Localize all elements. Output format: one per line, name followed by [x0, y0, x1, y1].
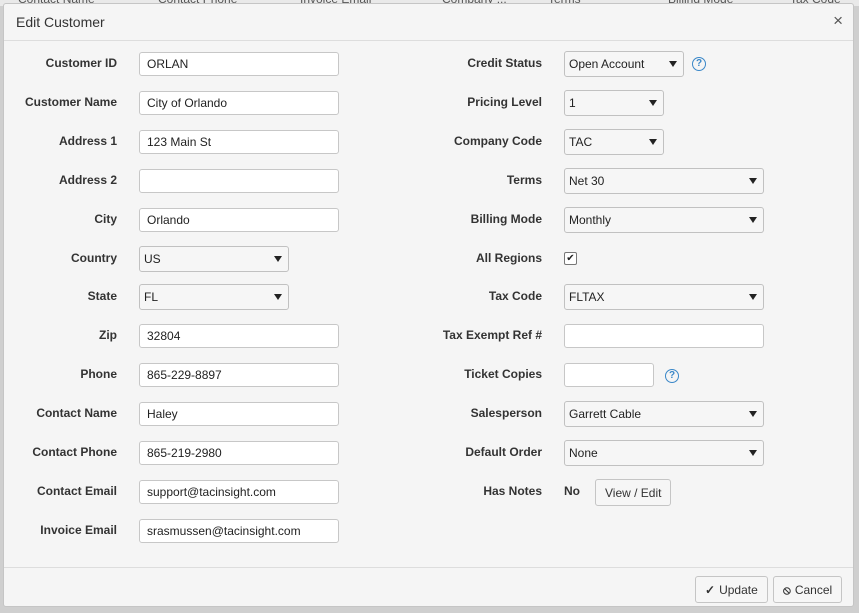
contact-name-input[interactable]: Haley [139, 402, 339, 426]
edit-customer-dialog: Edit Customer × Customer ID ORLAN Customer… [3, 3, 854, 607]
address-2-label: Address 2 [58, 173, 117, 187]
contact-name-label: Contact Name [36, 406, 117, 420]
credit-status-selected-value: Open Account [569, 57, 645, 71]
invoice-email-input[interactable]: srasmussen@tacinsight.com [139, 519, 339, 543]
tax-code-select[interactable]: FLTAX [564, 284, 764, 310]
cancel-circle-icon: ⦸ [783, 583, 791, 597]
salesperson-label: Salesperson [470, 406, 542, 420]
cancel-button[interactable]: ⦸ Cancel [773, 576, 843, 603]
pricing-level-label: Pricing Level [467, 95, 542, 109]
customer-id-label: Customer ID [45, 56, 117, 70]
contact-phone-input[interactable]: 865-219-2980 [139, 441, 339, 465]
dialog-title: Edit Customer [16, 14, 105, 30]
zip-label: Zip [99, 328, 117, 342]
has-notes-label: Has Notes [483, 484, 542, 498]
default-order-select[interactable]: None [564, 440, 764, 466]
phone-input[interactable]: 865-229-8897 [139, 363, 339, 387]
ticket-copies-input[interactable] [564, 363, 654, 387]
country-selected-value: US [144, 252, 161, 266]
terms-selected-value: Net 30 [569, 174, 605, 188]
terms-label: Terms [506, 173, 542, 187]
close-icon[interactable]: × [833, 11, 843, 31]
salesperson-selected-value: Garrett Cable [569, 407, 642, 421]
pricing-level-select[interactable]: 1 [564, 90, 664, 116]
tax-code-label: Tax Code [488, 289, 542, 303]
view-edit-notes-button[interactable]: View / Edit [595, 479, 672, 506]
dialog-titlebar: Edit Customer × [4, 4, 853, 41]
check-icon: ✓ [705, 583, 716, 597]
help-icon[interactable]: ? [692, 57, 706, 71]
tax-code-selected-value: FLTAX [569, 290, 605, 304]
ticket-copies-label: Ticket Copies [464, 367, 542, 381]
city-label: City [94, 212, 117, 226]
zip-input[interactable]: 32804 [139, 324, 339, 348]
default-order-selected-value: None [569, 446, 598, 460]
all-regions-checkbox[interactable]: ✔ [564, 252, 577, 265]
help-icon[interactable]: ? [665, 369, 679, 383]
address-1-input[interactable]: 123 Main St [139, 130, 339, 154]
billing-mode-label: Billing Mode [470, 212, 542, 226]
address-1-label: Address 1 [58, 134, 117, 148]
billing-mode-selected-value: Monthly [569, 213, 612, 227]
chevron-down-icon [749, 217, 757, 223]
chevron-down-icon [749, 294, 757, 300]
update-label: Update [719, 583, 758, 597]
chevron-down-icon [669, 61, 677, 67]
country-select[interactable]: US [139, 246, 289, 272]
credit-status-label: Credit Status [467, 56, 542, 70]
tax-exempt-ref-label: Tax Exempt Ref # [442, 328, 542, 342]
company-code-label: Company Code [453, 134, 542, 148]
salesperson-select[interactable]: Garrett Cable [564, 401, 764, 427]
customer-id-input[interactable]: ORLAN [139, 52, 339, 76]
contact-email-label: Contact Email [36, 484, 117, 498]
tax-exempt-ref-input[interactable] [564, 324, 764, 348]
customer-name-label: Customer Name [24, 95, 117, 109]
billing-mode-select[interactable]: Monthly [564, 207, 764, 233]
company-code-selected-value: TAC [569, 135, 593, 149]
chevron-down-icon [749, 178, 757, 184]
all-regions-label: All Regions [475, 251, 542, 265]
chevron-down-icon [649, 100, 657, 106]
contact-phone-label: Contact Phone [32, 445, 117, 459]
terms-select[interactable]: Net 30 [564, 168, 764, 194]
chevron-down-icon [749, 450, 757, 456]
chevron-down-icon [274, 294, 282, 300]
update-button[interactable]: ✓ Update [695, 576, 768, 603]
state-label: State [87, 289, 117, 303]
dialog-footer: ✓ Update ⦸ Cancel [4, 567, 853, 608]
city-input[interactable]: Orlando [139, 208, 339, 232]
chevron-down-icon [649, 139, 657, 145]
country-label: Country [71, 251, 117, 265]
pricing-level-selected-value: 1 [569, 96, 576, 110]
invoice-email-label: Invoice Email [40, 523, 117, 537]
chevron-down-icon [274, 256, 282, 262]
has-notes-value: No [564, 484, 580, 498]
company-code-select[interactable]: TAC [564, 129, 664, 155]
state-selected-value: FL [144, 290, 159, 304]
phone-label: Phone [80, 367, 117, 381]
customer-name-input[interactable]: City of Orlando [139, 91, 339, 115]
chevron-down-icon [749, 411, 757, 417]
default-order-label: Default Order [465, 445, 542, 459]
state-select[interactable]: FL [139, 284, 289, 310]
credit-status-select[interactable]: Open Account [564, 51, 684, 77]
address-2-input[interactable] [139, 169, 339, 193]
contact-email-input[interactable]: support@tacinsight.com [139, 480, 339, 504]
cancel-label: Cancel [794, 583, 833, 597]
